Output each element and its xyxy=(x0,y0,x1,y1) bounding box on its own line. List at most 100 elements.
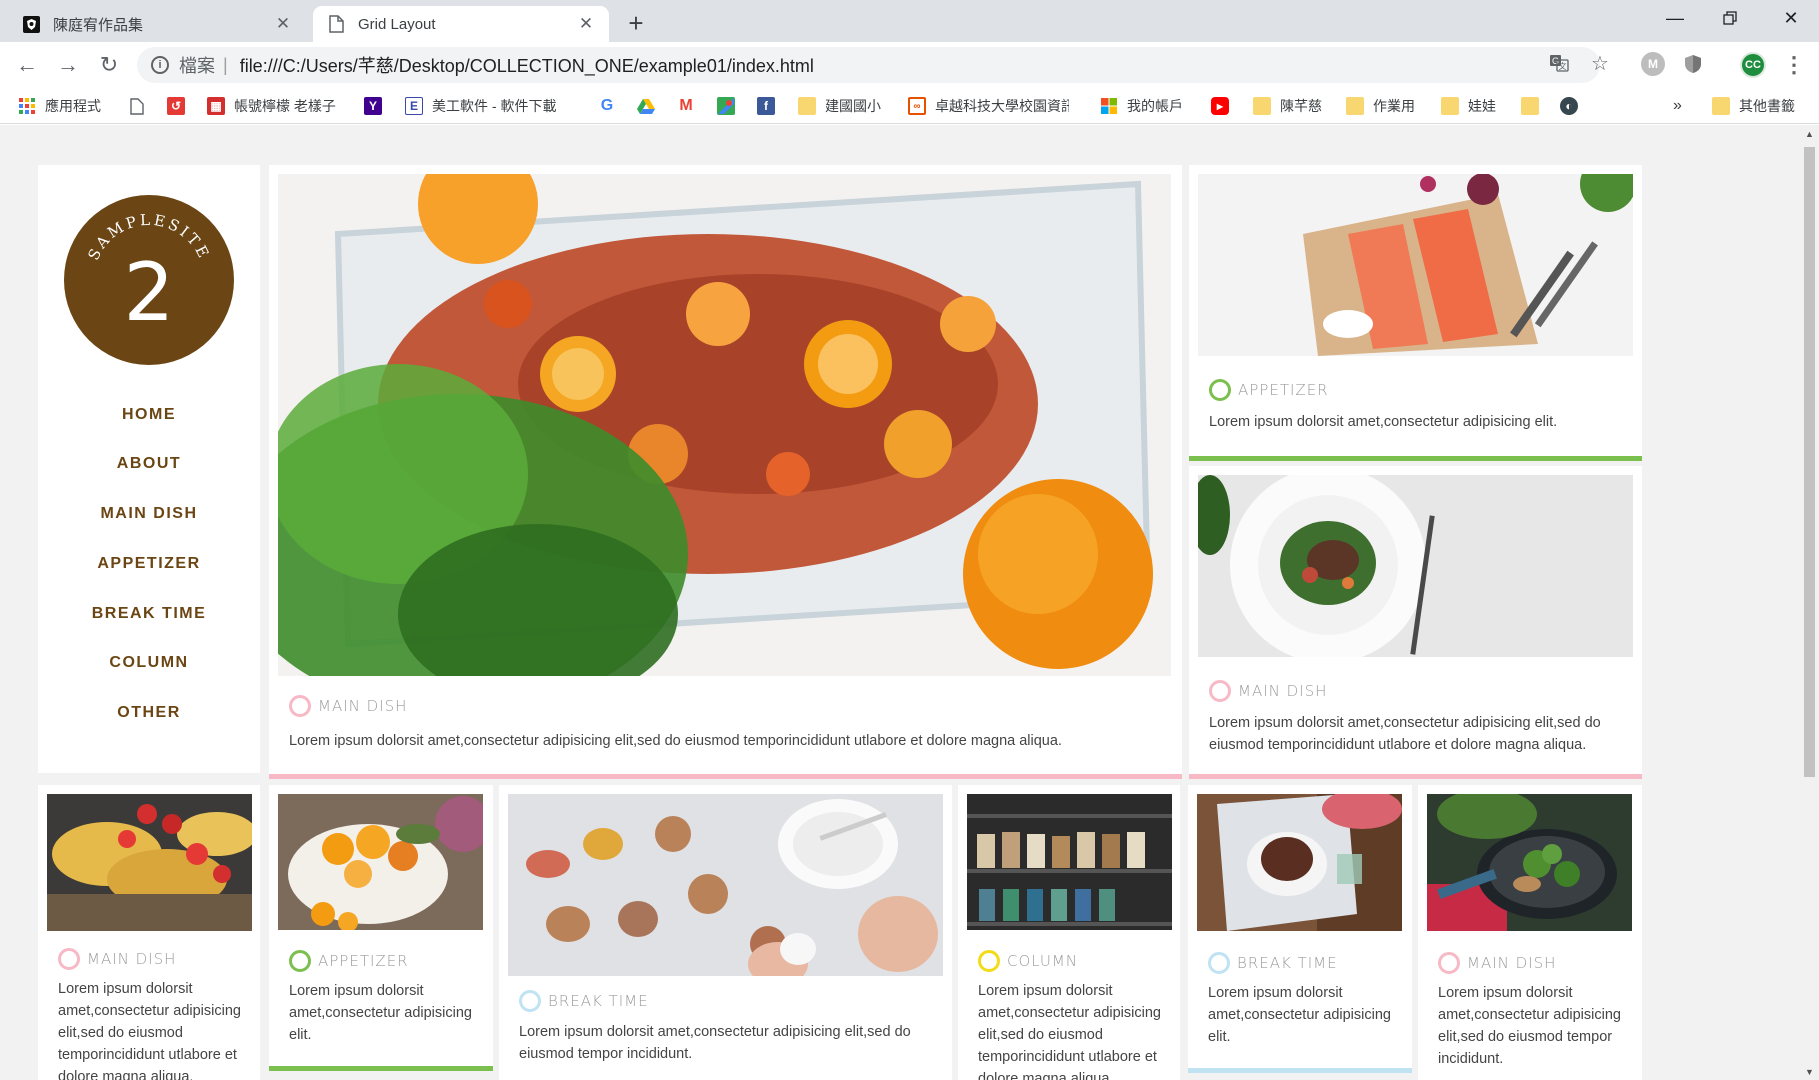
page-scrollbar[interactable]: ▲ ▼ xyxy=(1800,125,1819,1080)
other-bookmarks[interactable]: 其他書籤 xyxy=(1712,94,1795,118)
category-label[interactable]: APPETIZER xyxy=(289,950,409,972)
bookmark-star-icon[interactable]: ☆ xyxy=(1587,50,1613,76)
card-description: Lorem ipsum dolorsit amet,consectetur ad… xyxy=(1208,985,1391,1045)
site-sidebar: SAMPLESITE 2 HOME ABOUT MAIN DISH APPETI… xyxy=(38,165,260,773)
nav-main-dish[interactable]: MAIN DISH xyxy=(38,505,260,523)
category-label[interactable]: COLUMN xyxy=(978,950,1078,972)
nav-column[interactable]: COLUMN xyxy=(38,654,260,672)
card-column-shelf[interactable]: COLUMN Lorem ipsum dolorsit amet,consect… xyxy=(958,785,1180,1080)
bookmark-label: 帳號檸檬 老樣子 xyxy=(234,98,336,114)
page-icon xyxy=(128,97,146,115)
category-text: MAIN DISH xyxy=(318,697,408,715)
green-circle-icon xyxy=(1209,379,1231,401)
close-tab-icon[interactable]: ✕ xyxy=(274,14,292,33)
nav-about[interactable]: ABOUT xyxy=(38,455,260,473)
school-icon: ∞ xyxy=(908,97,926,115)
category-text: APPETIZER xyxy=(1238,381,1329,399)
card-main-dish-hero[interactable]: MAIN DISH Lorem ipsum dolorsit amet,cons… xyxy=(269,165,1182,779)
bookmark-google[interactable]: G xyxy=(598,94,625,118)
category-text: BREAK TIME xyxy=(1237,954,1338,972)
address-bar[interactable]: i 檔案 | file:///C:/Users/芊慈/Desktop/COLLE… xyxy=(137,47,1600,83)
nav-home[interactable]: HOME xyxy=(38,406,260,424)
bookmark-homework[interactable]: 作業用 xyxy=(1346,94,1415,118)
card-break-time-cookies[interactable]: BREAK TIME Lorem ipsum dolorsit amet,con… xyxy=(499,785,952,1080)
translate-icon[interactable]: G文 xyxy=(1546,50,1572,76)
category-label[interactable]: MAIN DISH xyxy=(289,695,407,717)
scroll-up-arrow-icon[interactable]: ▲ xyxy=(1800,125,1819,142)
bookmark-youtube[interactable]: ▶ xyxy=(1211,94,1238,118)
bookmark-label: 陳芊慈 xyxy=(1280,98,1322,114)
bookmark-page[interactable] xyxy=(128,94,155,118)
card-main-dish-pan[interactable]: MAIN DISH Lorem ipsum dolorsit amet,cons… xyxy=(1418,785,1642,1080)
gingerbread-cookies-photo xyxy=(508,794,943,976)
card-description: Lorem ipsum dolorsit amet,consectetur ad… xyxy=(519,1024,911,1062)
bookmark-software[interactable]: E 美工軟件 - 軟件下載 xyxy=(405,94,556,118)
tab-portfolio[interactable]: 陳庭宥作品集 ✕ xyxy=(8,6,306,42)
bookmark-school[interactable]: ∞ 卓越科技大學校園資訊 xyxy=(908,94,1069,118)
bookmark-jianguo[interactable]: 建國國小 xyxy=(798,94,881,118)
site-logo[interactable]: SAMPLESITE 2 xyxy=(64,195,234,365)
category-label[interactable]: APPETIZER xyxy=(1209,379,1329,401)
browser-toolbar: ← → ↻ i 檔案 | file:///C:/Users/芊慈/Desktop… xyxy=(0,42,1819,88)
minimize-icon[interactable]: — xyxy=(1651,0,1699,36)
gmail-icon: M xyxy=(679,97,693,114)
bookmark-yahoo[interactable]: Y xyxy=(364,94,391,118)
bookmark-label: 作業用 xyxy=(1373,98,1415,114)
category-label[interactable]: BREAK TIME xyxy=(519,990,649,1012)
shield-favicon-icon xyxy=(22,15,41,34)
youtube-icon: ▶ xyxy=(1211,97,1229,115)
pink-circle-icon xyxy=(1209,680,1231,702)
more-bookmarks-chevron-icon[interactable]: » xyxy=(1673,94,1682,118)
bookmark-account[interactable]: 我的帳戶 xyxy=(1100,94,1183,118)
restore-icon[interactable] xyxy=(1706,0,1754,36)
forward-arrow-icon[interactable]: → xyxy=(53,50,83,80)
bookmark-folder[interactable] xyxy=(1521,94,1548,118)
nav-appetizer[interactable]: APPETIZER xyxy=(38,555,260,573)
category-label[interactable]: MAIN DISH xyxy=(1209,680,1327,702)
new-tab-plus-icon[interactable]: + xyxy=(622,8,650,38)
card-description: Lorem ipsum dolorsit amet,consectetur ad… xyxy=(1209,715,1601,753)
scroll-down-arrow-icon[interactable]: ▼ xyxy=(1800,1063,1819,1080)
microsoft-icon xyxy=(1100,97,1118,115)
category-label[interactable]: MAIN DISH xyxy=(58,948,176,970)
bookmark-red-logo[interactable]: ↺ xyxy=(167,94,194,118)
bookmark-maps[interactable] xyxy=(717,94,744,118)
card-appetizer-salmon[interactable]: APPETIZER Lorem ipsum dolorsit amet,cons… xyxy=(1189,165,1642,461)
profile-avatar[interactable]: CC xyxy=(1740,52,1766,78)
card-main-dish-pasta[interactable]: MAIN DISH Lorem ipsum dolorsit amet,cons… xyxy=(38,785,260,1080)
scheme-divider: | xyxy=(223,54,228,75)
category-label[interactable]: MAIN DISH xyxy=(1438,952,1556,974)
reload-icon[interactable]: ↻ xyxy=(94,50,124,80)
card-main-dish-salad[interactable]: MAIN DISH Lorem ipsum dolorsit amet,cons… xyxy=(1189,466,1642,779)
close-tab-icon[interactable]: ✕ xyxy=(577,14,595,33)
card-break-time-cake[interactable]: BREAK TIME Lorem ipsum dolorsit amet,con… xyxy=(1188,785,1412,1073)
category-label[interactable]: BREAK TIME xyxy=(1208,952,1338,974)
m-extension-icon[interactable]: M xyxy=(1641,52,1665,76)
store-shelf-photo xyxy=(967,794,1172,930)
tab-grid-layout[interactable]: Grid Layout ✕ xyxy=(313,6,609,42)
bookmark-globe[interactable]: ◐ xyxy=(1560,94,1587,118)
light-blue-circle-icon xyxy=(1208,952,1230,974)
folder-icon xyxy=(1712,97,1730,115)
nav-other[interactable]: OTHER xyxy=(38,704,260,722)
bookmark-chen[interactable]: 陳芊慈 xyxy=(1253,94,1322,118)
bookmark-apps[interactable]: 應用程式 xyxy=(18,94,101,118)
pink-circle-icon xyxy=(58,948,80,970)
bookmark-dolls[interactable]: 娃娃 xyxy=(1441,94,1496,118)
bookmark-lemon-account[interactable]: ▦ 帳號檸檬 老樣子 xyxy=(207,94,336,118)
scrollbar-thumb[interactable] xyxy=(1804,147,1815,777)
kebab-menu-icon[interactable]: ⋮ xyxy=(1782,51,1806,79)
bookmark-facebook[interactable]: f xyxy=(757,94,784,118)
card-appetizer-fruit[interactable]: APPETIZER Lorem ipsum dolorsit amet,cons… xyxy=(269,785,493,1071)
nav-break-time[interactable]: BREAK TIME xyxy=(38,605,260,623)
red-grid-icon: ▦ xyxy=(207,97,225,115)
back-arrow-icon[interactable]: ← xyxy=(12,50,42,80)
maps-icon xyxy=(717,97,735,115)
bookmark-gmail[interactable]: M xyxy=(677,94,704,118)
url-text[interactable]: file:///C:/Users/芊慈/Desktop/COLLECTION_O… xyxy=(240,52,814,78)
tab-strip: 陳庭宥作品集 ✕ Grid Layout ✕ + — ✕ xyxy=(0,0,1819,42)
shield-extension-icon[interactable] xyxy=(1681,52,1705,76)
close-window-icon[interactable]: ✕ xyxy=(1767,0,1815,36)
info-icon[interactable]: i xyxy=(151,56,169,74)
bookmark-drive[interactable] xyxy=(637,94,664,118)
